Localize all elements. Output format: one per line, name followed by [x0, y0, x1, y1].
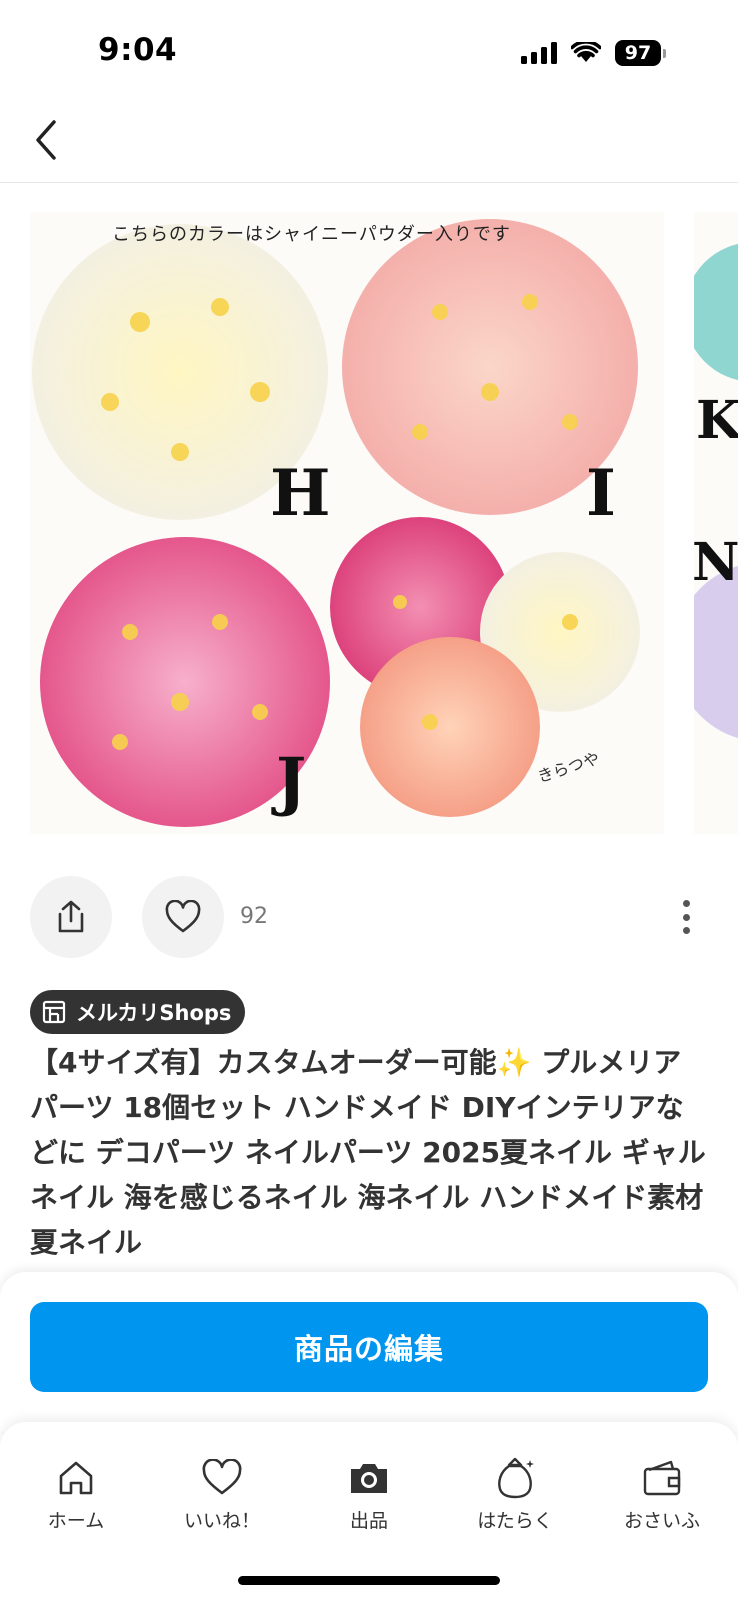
tab-home[interactable]: ホーム	[11, 1456, 141, 1536]
edit-panel: 商品の編集	[0, 1272, 738, 1432]
next-photo-artwork	[694, 243, 738, 739]
tab-label-work: はたらく	[477, 1510, 553, 1532]
cellular-signal-icon	[521, 42, 557, 64]
tab-likes[interactable]: いいね！	[157, 1456, 287, 1536]
heart-icon	[165, 900, 201, 933]
photo-caption: こちらのカラーはシャイニーパウダー入りです	[112, 224, 511, 245]
like-count: 92	[240, 904, 268, 929]
tab-work[interactable]: はたらく	[450, 1456, 580, 1536]
chevron-left-icon	[36, 120, 56, 160]
nav-bar	[0, 100, 738, 183]
tab-label-wallet: おさいふ	[623, 1510, 700, 1532]
mercari-shops-badge: メルカリShops	[30, 990, 246, 1034]
status-time: 9:04	[98, 32, 178, 68]
edit-product-button[interactable]: 商品の編集	[30, 1302, 708, 1392]
battery-icon: 97	[615, 40, 666, 66]
home-icon	[59, 1461, 93, 1495]
share-icon	[58, 900, 84, 933]
product-photo[interactable]: こちらのカラーはシャイニーパウダー入りです H I J きらつや	[30, 212, 664, 834]
wifi-icon	[571, 42, 601, 62]
photo-letter-j: J	[276, 744, 307, 819]
battery-level: 97	[615, 40, 661, 66]
wallet-icon	[643, 1460, 681, 1496]
tab-label-sell: 出品	[349, 1510, 388, 1532]
photo-letter-i: I	[586, 456, 616, 531]
like-button[interactable]	[142, 876, 224, 958]
tab-sell[interactable]: 出品	[304, 1456, 434, 1536]
photo-letter-h: H	[270, 456, 331, 531]
photo-letter-n: N	[694, 532, 738, 593]
store-icon	[42, 1000, 66, 1024]
tab-bar: ホーム いいね！ 出品 はたらく おさいふ	[0, 1422, 738, 1600]
money-bag-icon	[498, 1457, 534, 1499]
photo-letter-k: K	[696, 390, 738, 451]
shops-label: メルカリShops	[76, 1001, 232, 1025]
image-gallery[interactable]: こちらのカラーはシャイニーパウダー入りです H I J きらつや K N	[0, 184, 738, 854]
heart-icon	[202, 1459, 242, 1495]
camera-icon	[351, 1464, 387, 1493]
photo-artwork	[32, 219, 640, 827]
tab-wallet[interactable]: おさいふ	[597, 1456, 727, 1536]
status-icons: 97	[521, 40, 666, 66]
next-product-photo[interactable]: K N	[694, 212, 738, 834]
action-row: 92	[0, 876, 738, 960]
tab-label-home: ホーム	[47, 1510, 105, 1532]
status-bar: 9:04 97	[0, 0, 738, 100]
home-indicator	[238, 1576, 500, 1585]
product-title: 【4サイズ有】カスタムオーダー可能✨ プルメリア パーツ 18個セット ハンドメ…	[30, 1046, 706, 1259]
tab-label-likes: いいね！	[183, 1510, 260, 1532]
back-button[interactable]	[18, 112, 74, 168]
share-button[interactable]	[30, 876, 112, 958]
more-options-button[interactable]	[674, 896, 698, 938]
